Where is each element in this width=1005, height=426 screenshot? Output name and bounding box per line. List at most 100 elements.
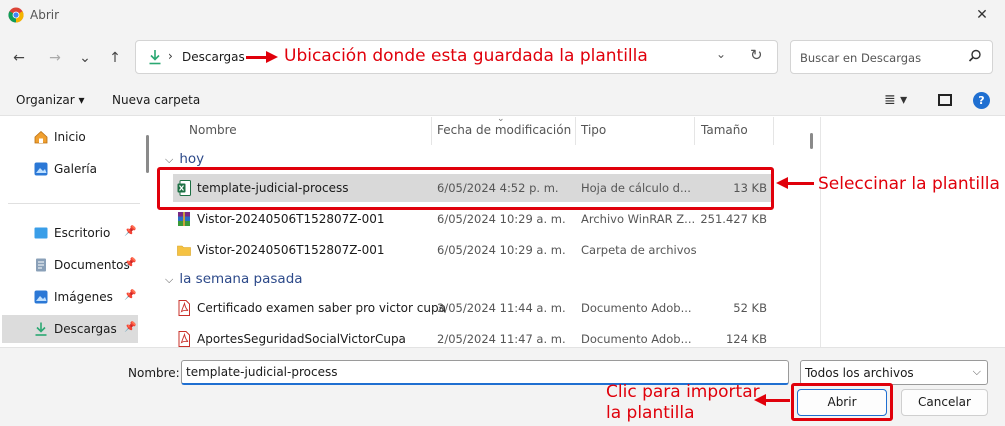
refresh-icon[interactable]: ↻ [750,46,763,64]
file-type: Archivo WinRAR Z... [581,212,696,226]
desktop-icon [34,227,48,239]
sidebar-item-galeria[interactable]: Galería [2,155,138,183]
preview-pane-icon[interactable] [938,94,952,106]
chevron-right-icon: › [168,49,173,63]
search-icon[interactable] [967,48,983,64]
view-options-icon[interactable]: ≣ ▾ [884,92,907,108]
pin-icon[interactable]: 📌 [124,258,136,269]
sidebar-item-label: Galería [54,162,97,176]
breadcrumb[interactable]: Descargas [182,50,245,64]
sidebar-item-descargas[interactable]: Descargas 📌 [2,315,138,343]
close-button[interactable]: ✕ [962,2,1002,28]
annotation-select: Seleccinar la plantilla [818,174,1000,194]
documents-icon [36,258,46,272]
pdf-icon [178,300,190,316]
table-row[interactable]: AportesSeguridadSocialVictorCupa 2/05/20… [173,325,771,347]
sidebar-divider [8,203,140,204]
chrome-icon [8,7,24,23]
sidebar-item-documentos[interactable]: Documentos 📌 [2,251,138,279]
search-box[interactable]: Buscar en Descargas [790,40,993,74]
home-icon [34,130,48,144]
file-name: Vistor-20240506T152807Z-001 [197,212,385,226]
column-header-size[interactable]: Tamaño [701,123,748,137]
file-size: 52 KB [733,301,767,315]
help-icon[interactable]: ? [973,92,990,109]
back-button[interactable]: ← [8,48,30,68]
file-type: Documento Adob... [581,332,692,346]
group-label: hoy [179,151,205,167]
organize-button[interactable]: Organizar ▾ [16,93,85,107]
file-date: 3/05/2024 11:44 a. m. [437,301,566,315]
new-folder-button[interactable]: Nueva carpeta [112,93,200,107]
window-title: Abrir [30,8,60,22]
download-icon [149,50,161,65]
pin-icon[interactable]: 📌 [124,226,136,237]
group-header-today[interactable]: ⌵ hoy [165,151,204,167]
annotation-import-line2: la plantilla [606,403,695,423]
column-separator[interactable] [773,117,774,145]
annotation-location: Ubicación donde esta guardada la plantil… [284,46,648,66]
group-header-last-week[interactable]: ⌵ la semana pasada [165,271,303,287]
table-row[interactable]: Certificado examen saber pro victor cupa… [173,294,771,322]
pdf-icon [178,331,190,347]
up-button[interactable]: ↑ [104,48,126,68]
annotation-arrow-head [266,51,278,63]
column-header-date[interactable]: Fecha de modificación [437,123,571,137]
column-separator[interactable] [575,117,576,145]
column-separator[interactable] [431,117,432,145]
annotation-arrow-select [786,182,814,185]
file-date: 2/05/2024 11:47 a. m. [437,332,566,346]
title-bar: Abrir ✕ [0,0,1005,30]
file-size: 251.427 KB [700,212,767,226]
group-label: la semana pasada [179,271,303,287]
file-name: AportesSeguridadSocialVictorCupa [197,332,406,346]
column-header-type[interactable]: Tipo [581,123,606,137]
sidebar-item-imagenes[interactable]: Imágenes 📌 [2,283,138,311]
file-type-filter[interactable]: Todos los archivos ⌵ [800,360,988,385]
navigation-pane: Inicio Galería Escritorio 📌 Documentos 📌… [0,117,155,347]
sidebar-item-label: Descargas [54,322,117,336]
sidebar-item-label: Escritorio [54,226,111,240]
download-icon [35,322,47,336]
annotation-highlight-open [791,383,893,421]
file-date: 6/05/2024 10:29 a. m. [437,243,566,257]
file-date: 6/05/2024 10:29 a. m. [437,212,566,226]
file-type-filter-value: Todos los archivos [805,366,914,380]
file-size: 124 KB [725,332,767,346]
sidebar-item-escritorio[interactable]: Escritorio 📌 [2,219,138,247]
sidebar-item-label: Documentos [54,258,130,272]
chevron-down-icon[interactable]: ⌄ [716,47,726,61]
annotation-arrow-import [764,399,790,402]
file-name-label: Nombre: [128,366,180,380]
pictures-icon [34,290,48,304]
file-list: ⌄ Nombre Fecha de modificación Tipo Tama… [155,117,820,347]
file-name: Certificado examen saber pro victor cupa [197,301,446,315]
chevron-down-icon: ⌵ [165,153,174,166]
file-type: Documento Adob... [581,301,692,315]
file-type: Carpeta de archivos [581,243,697,257]
folder-icon [177,245,191,256]
column-separator[interactable] [694,117,695,145]
forward-button[interactable]: → [44,48,66,68]
file-list-scrollbar[interactable] [810,133,813,149]
chevron-down-icon: ⌵ [972,365,981,378]
preview-pane [820,117,1005,347]
pin-icon[interactable]: 📌 [124,322,136,333]
chevron-down-icon: ⌵ [165,273,174,286]
sidebar-scrollbar[interactable] [146,135,149,173]
command-toolbar: Organizar ▾ Nueva carpeta ≣ ▾ ? [0,86,1005,116]
annotation-highlight-file [157,167,774,210]
table-row[interactable]: Vistor-20240506T152807Z-001 6/05/2024 10… [173,236,771,264]
sidebar-item-inicio[interactable]: Inicio [2,123,138,151]
file-name: Vistor-20240506T152807Z-001 [197,243,385,257]
annotation-arrow-head [776,177,788,189]
recent-locations-button[interactable]: ⌄ [74,48,96,68]
annotation-import-line1: Clic para importar [606,382,760,402]
column-header-name[interactable]: Nombre [189,123,237,137]
sidebar-item-label: Inicio [54,130,86,144]
gallery-icon [34,162,48,176]
pin-icon[interactable]: 📌 [124,290,136,301]
cancel-button[interactable]: Cancelar [901,389,988,416]
annotation-arrow-location [246,56,268,59]
search-input[interactable]: Buscar en Descargas [800,51,921,65]
